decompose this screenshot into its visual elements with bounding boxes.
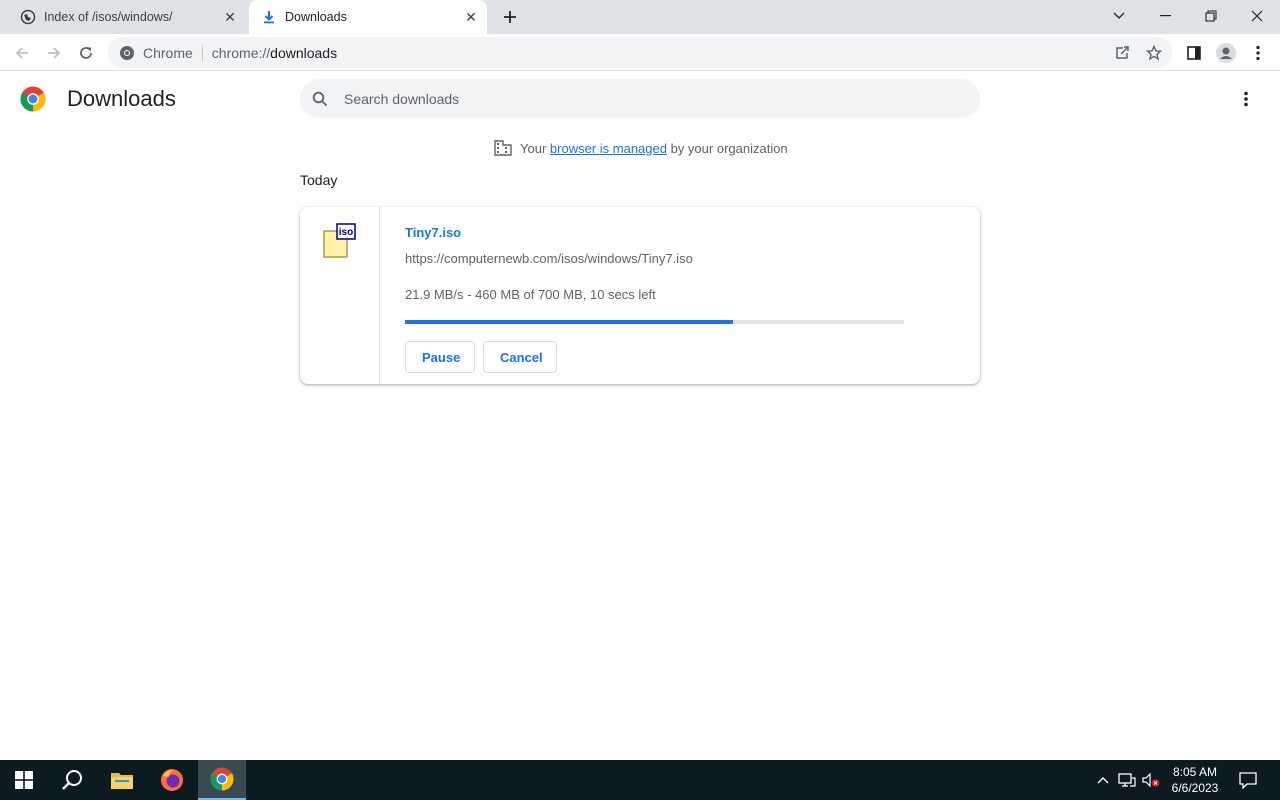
search-icon: [312, 91, 332, 107]
managed-suffix: by your organization: [670, 140, 788, 156]
cancel-button[interactable]: Cancel: [483, 341, 557, 373]
chrome-logo-icon: [20, 86, 46, 112]
url-scheme: chrome://: [211, 44, 271, 61]
tab-title: Downloads: [285, 10, 347, 24]
back-arrow-icon[interactable]: [8, 39, 36, 67]
page-title: Downloads: [67, 86, 176, 111]
omnibox-divider: [201, 44, 203, 61]
file-type-label: iso: [339, 227, 353, 238]
progress-fill: [405, 320, 733, 324]
address-bar[interactable]: Chrome chrome://downloads: [108, 37, 1172, 68]
date-section-header: Today: [300, 172, 338, 188]
pause-button[interactable]: Pause: [405, 341, 475, 373]
site-info[interactable]: Chrome: [108, 45, 193, 61]
iso-file-icon: iso: [323, 223, 356, 258]
volume-muted-icon[interactable]: [1140, 760, 1162, 800]
browser-managed-link[interactable]: browser is managed: [550, 141, 667, 156]
site-label: Chrome: [143, 44, 193, 61]
managed-prefix: Your: [520, 140, 547, 156]
restore-icon[interactable]: [1188, 0, 1234, 32]
clock-date: 6/6/2023: [1171, 781, 1219, 795]
chrome-taskbar-icon[interactable]: [198, 760, 246, 800]
taskbar: 8:05 AM 6/6/2023: [0, 760, 1280, 800]
source-url[interactable]: https://computernewb.com/isos/windows/Ti…: [405, 251, 693, 266]
tab-downloads[interactable]: Downloads ✕: [249, 0, 487, 34]
bookmark-star-icon[interactable]: [1140, 39, 1168, 67]
new-tab-button[interactable]: [498, 5, 522, 29]
more-actions-icon[interactable]: [1234, 86, 1258, 112]
tab-index-of-isos[interactable]: Index of /isos/windows/ ✕: [8, 0, 246, 34]
chrome-site-icon: [120, 45, 134, 60]
share-icon[interactable]: [1108, 39, 1136, 67]
managed-notice: Your browser is managed by your organiza…: [494, 139, 788, 157]
tab-search-icon[interactable]: [1096, 0, 1142, 32]
url-host: downloads: [270, 44, 338, 61]
browser-toolbar: Chrome chrome://downloads: [0, 34, 1280, 71]
file-name-link[interactable]: Tiny7.iso: [405, 225, 461, 240]
file-explorer-icon[interactable]: [98, 760, 146, 800]
clock-time: 8:05 AM: [1172, 765, 1218, 779]
web-page-icon: [20, 9, 36, 25]
download-status: 21.9 MB/s - 460 MB of 700 MB, 10 secs le…: [405, 287, 656, 302]
forward-arrow-icon[interactable]: [40, 39, 68, 67]
profile-avatar-icon[interactable]: [1212, 39, 1240, 67]
close-tab-icon[interactable]: ✕: [461, 7, 481, 27]
show-hidden-icons-chevron-icon[interactable]: [1092, 760, 1114, 800]
tab-title: Index of /isos/windows/: [44, 10, 173, 24]
browser-menu-icon[interactable]: [1244, 39, 1272, 67]
search-input[interactable]: [344, 90, 944, 107]
download-icon: [261, 9, 277, 25]
close-window-icon[interactable]: [1234, 0, 1280, 32]
search-bar[interactable]: [300, 79, 980, 118]
tab-strip: Index of /isos/windows/ ✕ Downloads ✕: [0, 0, 1280, 34]
search-taskbar-icon[interactable]: [48, 760, 96, 800]
building-icon: [494, 140, 512, 156]
minimize-icon[interactable]: [1142, 0, 1188, 32]
system-clock[interactable]: 8:05 AM 6/6/2023: [1162, 764, 1228, 796]
side-panel-icon[interactable]: [1180, 39, 1208, 67]
firefox-icon[interactable]: [148, 760, 196, 800]
file-icon-column: iso: [300, 207, 380, 384]
reload-icon[interactable]: [72, 39, 100, 67]
network-icon[interactable]: [1116, 760, 1138, 800]
download-item: iso Tiny7.iso https://computernewb.com/i…: [300, 207, 980, 384]
start-windows-icon[interactable]: [0, 760, 48, 800]
close-tab-icon[interactable]: ✕: [220, 7, 240, 27]
notifications-icon[interactable]: [1234, 760, 1262, 800]
progress-bar: [405, 320, 904, 324]
url-text: chrome://downloads: [212, 45, 337, 61]
